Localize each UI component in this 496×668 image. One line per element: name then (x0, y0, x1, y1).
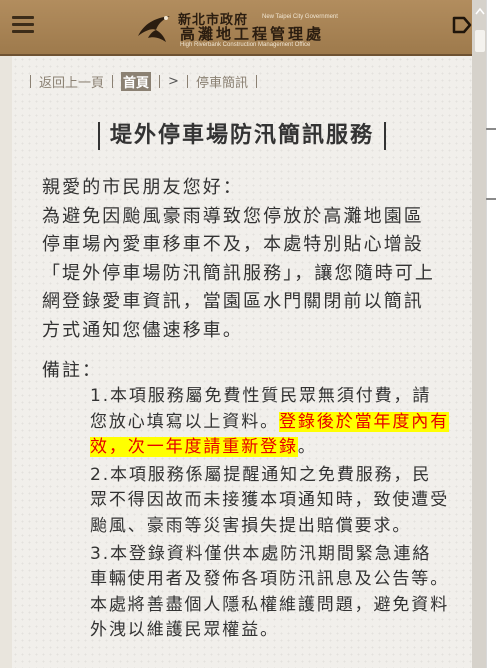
content-panel: 返回上一頁 首頁 > 停車簡訊 堤外停車場防汛簡訊服務 親愛的市民朋友您好： 為… (12, 56, 472, 668)
breadcrumb: 返回上一頁 首頁 > 停車簡訊 (22, 71, 265, 91)
back-link[interactable]: 返回上一頁 (39, 72, 104, 91)
breadcrumb-divider (159, 74, 161, 88)
site-logo[interactable]: 新北市政府 New Taipei City Government 高灘地工程管理… (136, 6, 354, 50)
breadcrumb-divider (112, 74, 114, 88)
intro-paragraph: 為避免因颱風豪雨導致您停放於高灘地園區停車場內愛車移車不及，本處特別貼心增設「堤… (42, 205, 435, 341)
page-title: 堤外停車場防汛簡訊服務 (97, 122, 386, 150)
scrollbar-track[interactable] (472, 0, 486, 668)
current-page-link[interactable]: 停車簡訊 (196, 72, 248, 91)
note1-end: 。 (297, 437, 317, 458)
breadcrumb-divider (30, 74, 31, 88)
note-item-2: 2.本項服務係屬提醒通知之免費服務，民眾不得因故而未接獲本項通知時，致使遭受颱風… (90, 464, 450, 536)
note-item-1: 1.本項服務屬免費性質民眾無須付費，請您放心填寫以上資料。登錄後於當年度內有效，… (90, 384, 450, 461)
hamburger-icon-bar (12, 16, 34, 19)
hamburger-icon-bar (12, 23, 34, 26)
notes-label: 備註： (42, 360, 102, 381)
hamburger-icon-bar (12, 30, 34, 33)
logo-english-line1: New Taipei City Government (262, 14, 338, 20)
breadcrumb-arrow: > (168, 73, 179, 89)
notes-list: 1.本項服務屬免費性質民眾無須付費，請您放心填寫以上資料。登錄後於當年度內有效，… (90, 384, 450, 646)
logo-english-line2: High Riverbank Construction Management O… (180, 42, 311, 48)
site-header: 新北市政府 New Taipei City Government 高灘地工程管理… (0, 0, 496, 56)
side-divider (486, 198, 496, 200)
scroll-up-arrow-icon[interactable] (474, 6, 486, 18)
hamburger-menu-button[interactable] (12, 16, 34, 34)
bird-emblem-icon (138, 16, 170, 42)
scrollbar-thumb[interactable] (475, 30, 485, 52)
side-divider (486, 128, 496, 130)
side-strip (486, 0, 496, 668)
tag-icon[interactable] (452, 16, 472, 34)
title-wrapper: 堤外停車場防汛簡訊服務 (12, 122, 472, 150)
note-item-3: 3.本登錄資料僅供本處防汛期間緊急連絡車輛使用者及發佈各項防汛訊息及公告等。本處… (90, 543, 450, 641)
logo-chinese-line2: 高灘地工程管理處 (180, 25, 325, 43)
greeting-text: 親愛的市民朋友您好： (42, 177, 243, 198)
breadcrumb-divider (255, 74, 257, 88)
breadcrumb-divider (186, 74, 188, 88)
home-link[interactable]: 首頁 (121, 71, 152, 91)
intro-section: 親愛的市民朋友您好： 為避免因颱風豪雨導致您停放於高灘地園區停車場內愛車移車不及… (42, 174, 442, 345)
